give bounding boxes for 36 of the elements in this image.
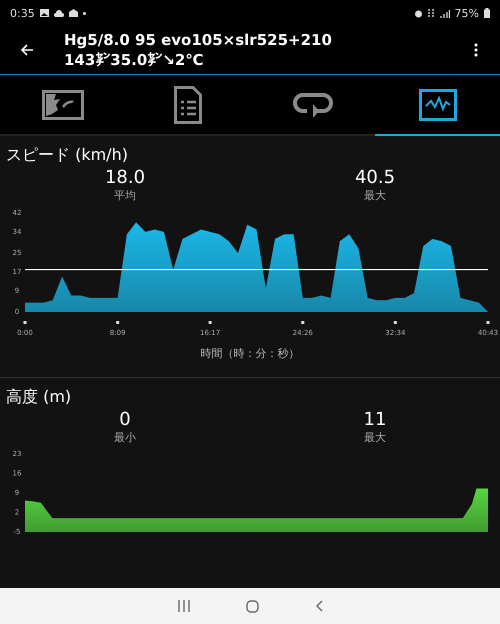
stat-label: 最小 bbox=[114, 430, 136, 445]
gallery-icon bbox=[40, 9, 49, 17]
tick-mark bbox=[394, 321, 397, 324]
battery-level: 75% bbox=[454, 6, 479, 20]
loop-arrow-icon bbox=[292, 90, 332, 118]
route-subtitle: 143㌢35.0㌢↘2℃ bbox=[64, 51, 204, 69]
battery-icon bbox=[484, 8, 490, 18]
tick-mark bbox=[208, 321, 212, 324]
stat-value: 11 bbox=[364, 409, 386, 430]
stat-value: 18.0 bbox=[104, 167, 146, 188]
dot-icon bbox=[82, 12, 86, 14]
recent-apps-icon[interactable] bbox=[178, 600, 190, 612]
more-options-icon bbox=[474, 43, 478, 57]
home-icon[interactable] bbox=[246, 600, 258, 612]
stat-label: 平均 bbox=[114, 188, 136, 203]
status-time: 0:35 bbox=[10, 6, 35, 20]
section-title: 高度 (m) bbox=[5, 386, 72, 408]
back-arrow-icon bbox=[20, 43, 34, 57]
map-picture-icon bbox=[42, 90, 84, 120]
signal-icon bbox=[440, 8, 450, 18]
stat-label: 最大 bbox=[364, 188, 386, 203]
back-icon[interactable] bbox=[314, 600, 322, 612]
tick-mark bbox=[301, 321, 304, 324]
activity-chart-icon bbox=[418, 88, 456, 120]
data-icon bbox=[428, 8, 435, 18]
tick-mark bbox=[116, 321, 120, 324]
section-title: スピード (km/h) bbox=[5, 144, 129, 166]
stat-value: 40.5 bbox=[354, 167, 396, 188]
document-icon bbox=[174, 86, 202, 124]
stat-value: 0 bbox=[119, 409, 131, 430]
route-title: Hg5/8.0 95 evo105×slr525+210 bbox=[64, 31, 332, 49]
stat-label: 最大 bbox=[364, 430, 386, 445]
cloud-icon bbox=[54, 10, 64, 16]
axis-title: 時間（時：分：秒） bbox=[200, 346, 300, 362]
tick-mark bbox=[486, 321, 490, 324]
tick-mark bbox=[24, 321, 26, 324]
